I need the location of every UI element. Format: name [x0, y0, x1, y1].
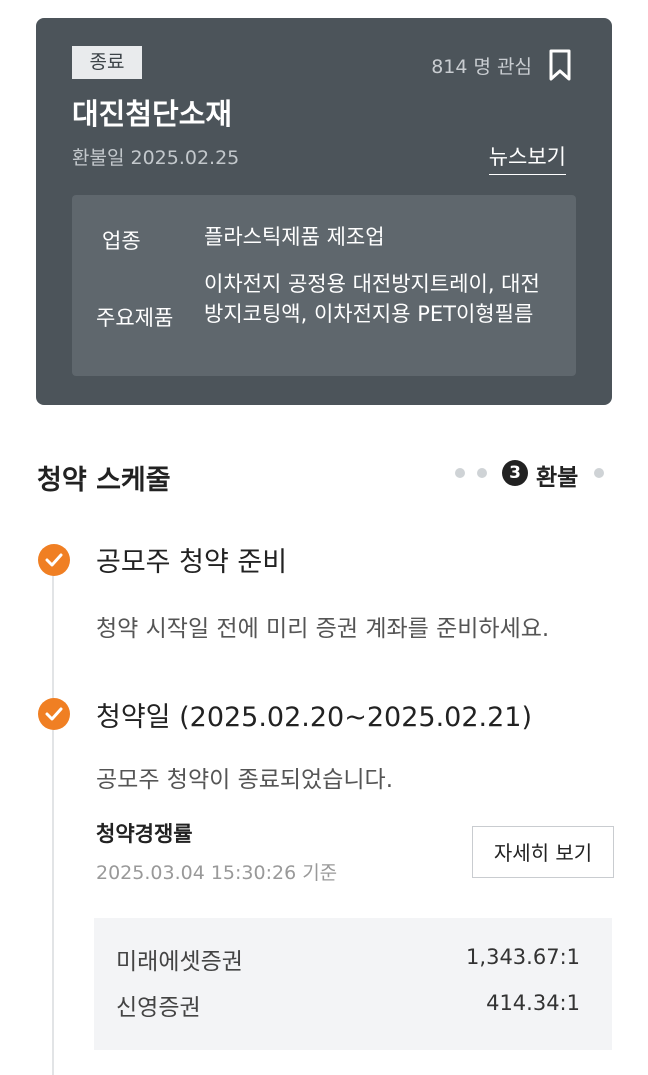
timeline-line	[52, 560, 54, 1075]
schedule-title: 청약 스케줄	[37, 465, 171, 496]
industry-label: 업종	[102, 229, 141, 253]
broker-name: 미래에셋증권	[116, 949, 243, 975]
competition-timestamp: 2025.03.04 15:30:26 기준	[96, 862, 338, 884]
schedule-item-title: 공모주 청약 준비	[96, 547, 288, 578]
schedule-item-description: 청약 시작일 전에 미리 증권 계좌를 준비하세요.	[96, 616, 550, 642]
competition-ratio-box: 미래에셋증권 1,343.67:1 신영증권 414.34:1	[94, 918, 612, 1050]
products-label: 주요제품	[96, 306, 174, 330]
industry-value: 플라스틱제품 제조업	[204, 225, 385, 249]
company-name: 대진첨단소재	[72, 97, 233, 131]
check-icon	[38, 698, 70, 730]
check-icon	[38, 544, 70, 576]
competition-label: 청약경쟁률	[96, 822, 193, 846]
step-dot-1	[455, 468, 465, 478]
current-step-label: 환불	[536, 465, 579, 491]
bookmark-icon[interactable]	[546, 48, 574, 82]
current-step-number: 3	[502, 460, 528, 486]
ipo-info-card: 종료 814 명 관심 대진첨단소재 환불일 2025.02.25 뉴스보기 업…	[36, 18, 612, 405]
step-dot-4	[594, 468, 604, 478]
step-dot-2	[477, 468, 487, 478]
company-info-box: 업종 플라스틱제품 제조업 주요제품 이차전지 공정용 대전방지트레이, 대전방…	[72, 195, 576, 376]
broker-name: 신영증권	[116, 995, 201, 1021]
news-link[interactable]: 뉴스보기	[488, 141, 566, 175]
detail-button[interactable]: 자세히 보기	[472, 826, 614, 878]
interest-count: 814 명 관심	[431, 56, 532, 78]
status-badge: 종료	[72, 46, 142, 79]
broker-ratio: 1,343.67:1	[466, 945, 580, 969]
products-value: 이차전지 공정용 대전방지트레이, 대전방지코팅액, 이차전지용 PET이형필름	[204, 272, 540, 326]
schedule-item-title: 청약일 (2025.02.20~2025.02.21)	[96, 702, 532, 733]
broker-ratio: 414.34:1	[486, 991, 580, 1015]
refund-date: 환불일 2025.02.25	[72, 147, 240, 169]
schedule-item-description: 공모주 청약이 종료되었습니다.	[96, 767, 394, 793]
